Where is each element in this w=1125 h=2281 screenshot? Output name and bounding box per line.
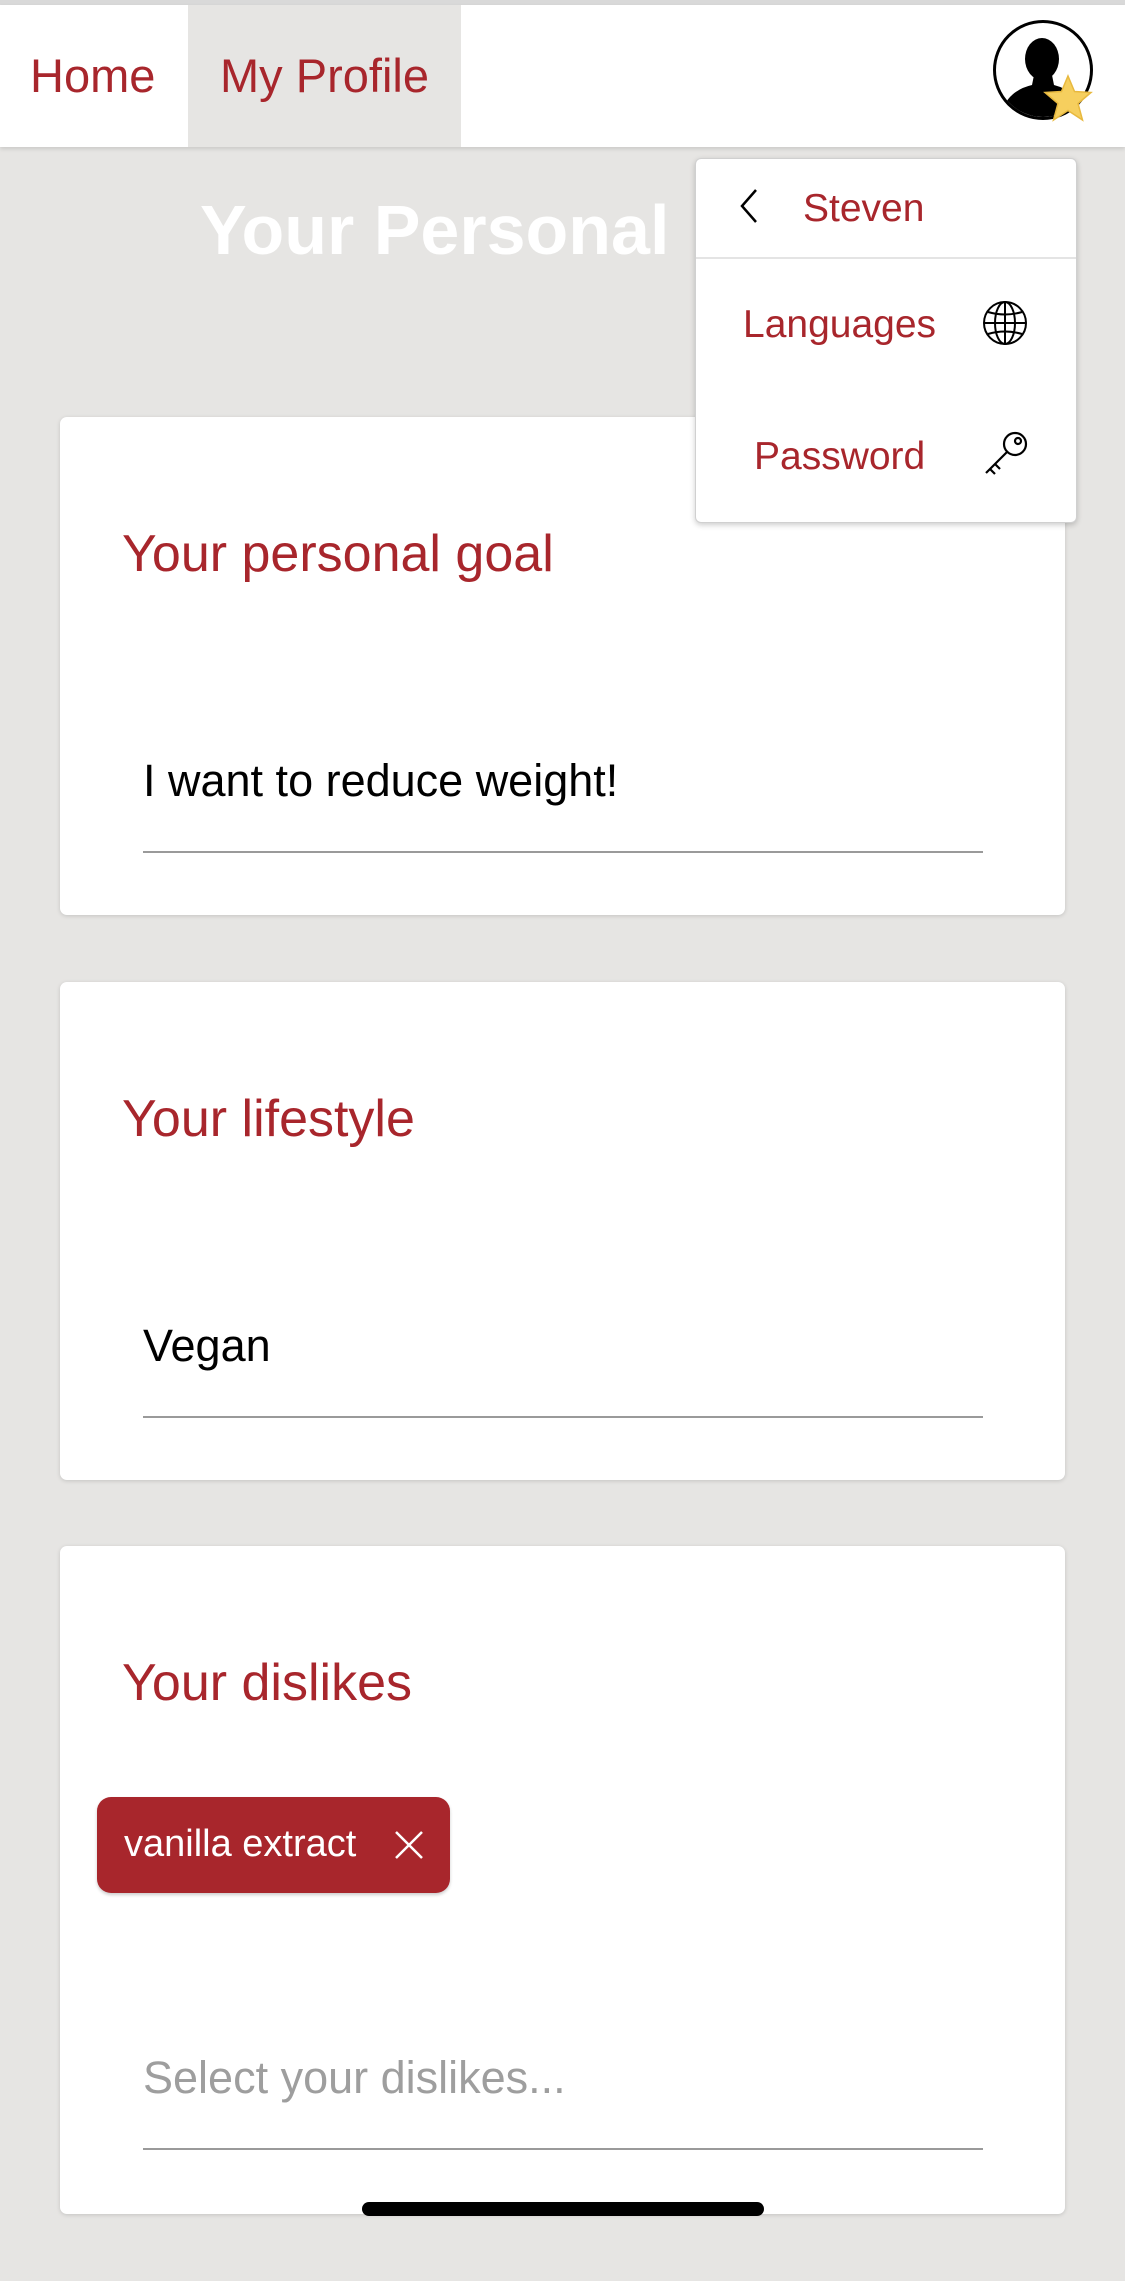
- lifestyle-underline: [143, 1416, 983, 1418]
- chevron-left-icon[interactable]: [738, 186, 760, 226]
- lifestyle-title: Your lifestyle: [122, 1090, 415, 1148]
- dislikes-underline: [143, 2148, 983, 2150]
- close-icon[interactable]: [392, 1828, 426, 1862]
- nav-tab-home[interactable]: Home: [30, 5, 155, 147]
- menu-divider: [696, 257, 1076, 259]
- dislike-chip-label: vanilla extract: [124, 1823, 357, 1865]
- personal-goal-field[interactable]: I want to reduce weight!: [143, 755, 618, 807]
- menu-item-password[interactable]: Password: [754, 435, 925, 479]
- lifestyle-field[interactable]: Vegan: [143, 1320, 271, 1372]
- key-icon: [985, 431, 1028, 475]
- home-indicator: [362, 2202, 764, 2216]
- user-menu-name[interactable]: Steven: [803, 187, 924, 231]
- top-navbar: Home My Profile: [0, 5, 1125, 147]
- dislikes-select-input[interactable]: Select your dislikes...: [143, 2052, 566, 2104]
- nav-tab-my-profile[interactable]: My Profile: [188, 5, 461, 147]
- personal-goal-title: Your personal goal: [122, 525, 554, 583]
- globe-icon: [983, 301, 1027, 345]
- menu-item-languages[interactable]: Languages: [743, 303, 936, 347]
- star-icon: [1043, 74, 1093, 122]
- personal-goal-underline: [143, 851, 983, 853]
- user-menu-dropdown: Steven Languages Password: [695, 158, 1077, 523]
- dislike-chip: vanilla extract: [97, 1797, 450, 1893]
- lifestyle-card: Your lifestyle Vegan: [60, 982, 1065, 1480]
- page-title: Your Personal: [200, 191, 670, 269]
- dislikes-title: Your dislikes: [122, 1654, 413, 1712]
